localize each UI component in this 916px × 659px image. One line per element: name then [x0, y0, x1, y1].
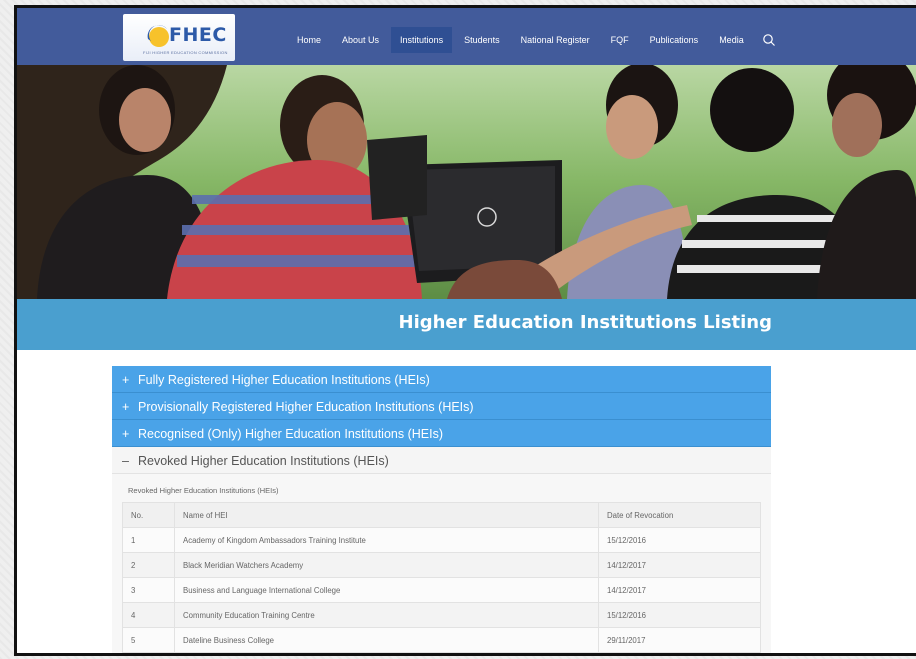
cell-no: 3 [122, 577, 175, 603]
fhec-logo[interactable]: FHEC FIJI HIGHER EDUCATION COMMISSION [123, 14, 235, 61]
accordion-provisionally-registered[interactable]: + Provisionally Registered Higher Educati… [112, 393, 771, 420]
cell-name: Academy of Kingdom Ambassadors Training … [174, 527, 599, 553]
accordion-recognised-only[interactable]: + Recognised (Only) Higher Education Inst… [112, 420, 771, 447]
nav-home[interactable]: Home [288, 27, 330, 53]
table-row: 4 Community Education Training Centre 15… [122, 602, 761, 628]
revoked-panel: Revoked Higher Education Institutions (H… [112, 474, 771, 653]
expand-plus-icon: + [122, 427, 130, 441]
revoked-hei-table: No. Name of HEI Date of Revocation 1 Aca… [122, 502, 761, 653]
accordion-label: Revoked Higher Education Institutions (H… [138, 454, 389, 468]
logo-swoosh-icon [147, 25, 169, 47]
accordion-revoked[interactable]: – Revoked Higher Education Institutions (… [112, 447, 771, 474]
expand-plus-icon: + [122, 373, 130, 387]
table-row: 2 Black Meridian Watchers Academy 14/12/… [122, 552, 761, 578]
cell-date: 15/12/2016 [598, 527, 761, 553]
top-navbar: FHEC FIJI HIGHER EDUCATION COMMISSION Ho… [17, 8, 916, 65]
col-header-no: No. [122, 502, 175, 528]
table-caption: Revoked Higher Education Institutions (H… [128, 486, 279, 495]
nav-fqf[interactable]: FQF [602, 27, 638, 53]
table-row: 5 Dateline Business College 29/11/2017 [122, 627, 761, 653]
expand-plus-icon: + [122, 400, 130, 414]
page-title: Higher Education Institutions Listing [398, 312, 773, 333]
nav-about-us[interactable]: About Us [333, 27, 388, 53]
institutions-accordion: + Fully Registered Higher Education Insti… [112, 366, 771, 653]
cell-no: 4 [122, 602, 175, 628]
nav-students[interactable]: Students [455, 27, 509, 53]
nav-institutions[interactable]: Institutions [391, 27, 453, 53]
nav-media[interactable]: Media [710, 27, 753, 53]
hero-photo [17, 65, 916, 299]
accordion-fully-registered[interactable]: + Fully Registered Higher Education Insti… [112, 366, 771, 393]
cell-name: Business and Language International Coll… [174, 577, 599, 603]
collapse-minus-icon: – [122, 454, 129, 468]
cell-name: Black Meridian Watchers Academy [174, 552, 599, 578]
table-row: 1 Academy of Kingdom Ambassadors Trainin… [122, 527, 761, 553]
table-row: 3 Business and Language International Co… [122, 577, 761, 603]
accordion-label: Provisionally Registered Higher Educatio… [138, 400, 474, 414]
nav-national-register[interactable]: National Register [512, 27, 599, 53]
nav-publications[interactable]: Publications [641, 27, 708, 53]
search-icon[interactable] [762, 33, 776, 47]
table-header-row: No. Name of HEI Date of Revocation [122, 502, 761, 528]
col-header-name: Name of HEI [174, 502, 599, 528]
browser-viewport: FHEC FIJI HIGHER EDUCATION COMMISSION Ho… [14, 5, 916, 656]
cell-date: 14/12/2017 [598, 577, 761, 603]
col-header-date: Date of Revocation [598, 502, 761, 528]
cell-no: 5 [122, 627, 175, 653]
accordion-label: Recognised (Only) Higher Education Insti… [138, 427, 443, 441]
accordion-label: Fully Registered Higher Education Instit… [138, 373, 430, 387]
students-photo-illustration [17, 65, 916, 299]
page-title-bar: Higher Education Institutions Listing [17, 299, 916, 350]
cell-name: Community Education Training Centre [174, 602, 599, 628]
logo-text: FHEC [169, 24, 227, 46]
cell-date: 15/12/2016 [598, 602, 761, 628]
cell-no: 1 [122, 527, 175, 553]
cell-date: 29/11/2017 [598, 627, 761, 653]
cell-date: 14/12/2017 [598, 552, 761, 578]
logo-subtitle: FIJI HIGHER EDUCATION COMMISSION [143, 50, 228, 55]
cell-no: 2 [122, 552, 175, 578]
cell-name: Dateline Business College [174, 627, 599, 653]
main-nav: Home About Us Institutions Students Nati… [288, 26, 776, 54]
